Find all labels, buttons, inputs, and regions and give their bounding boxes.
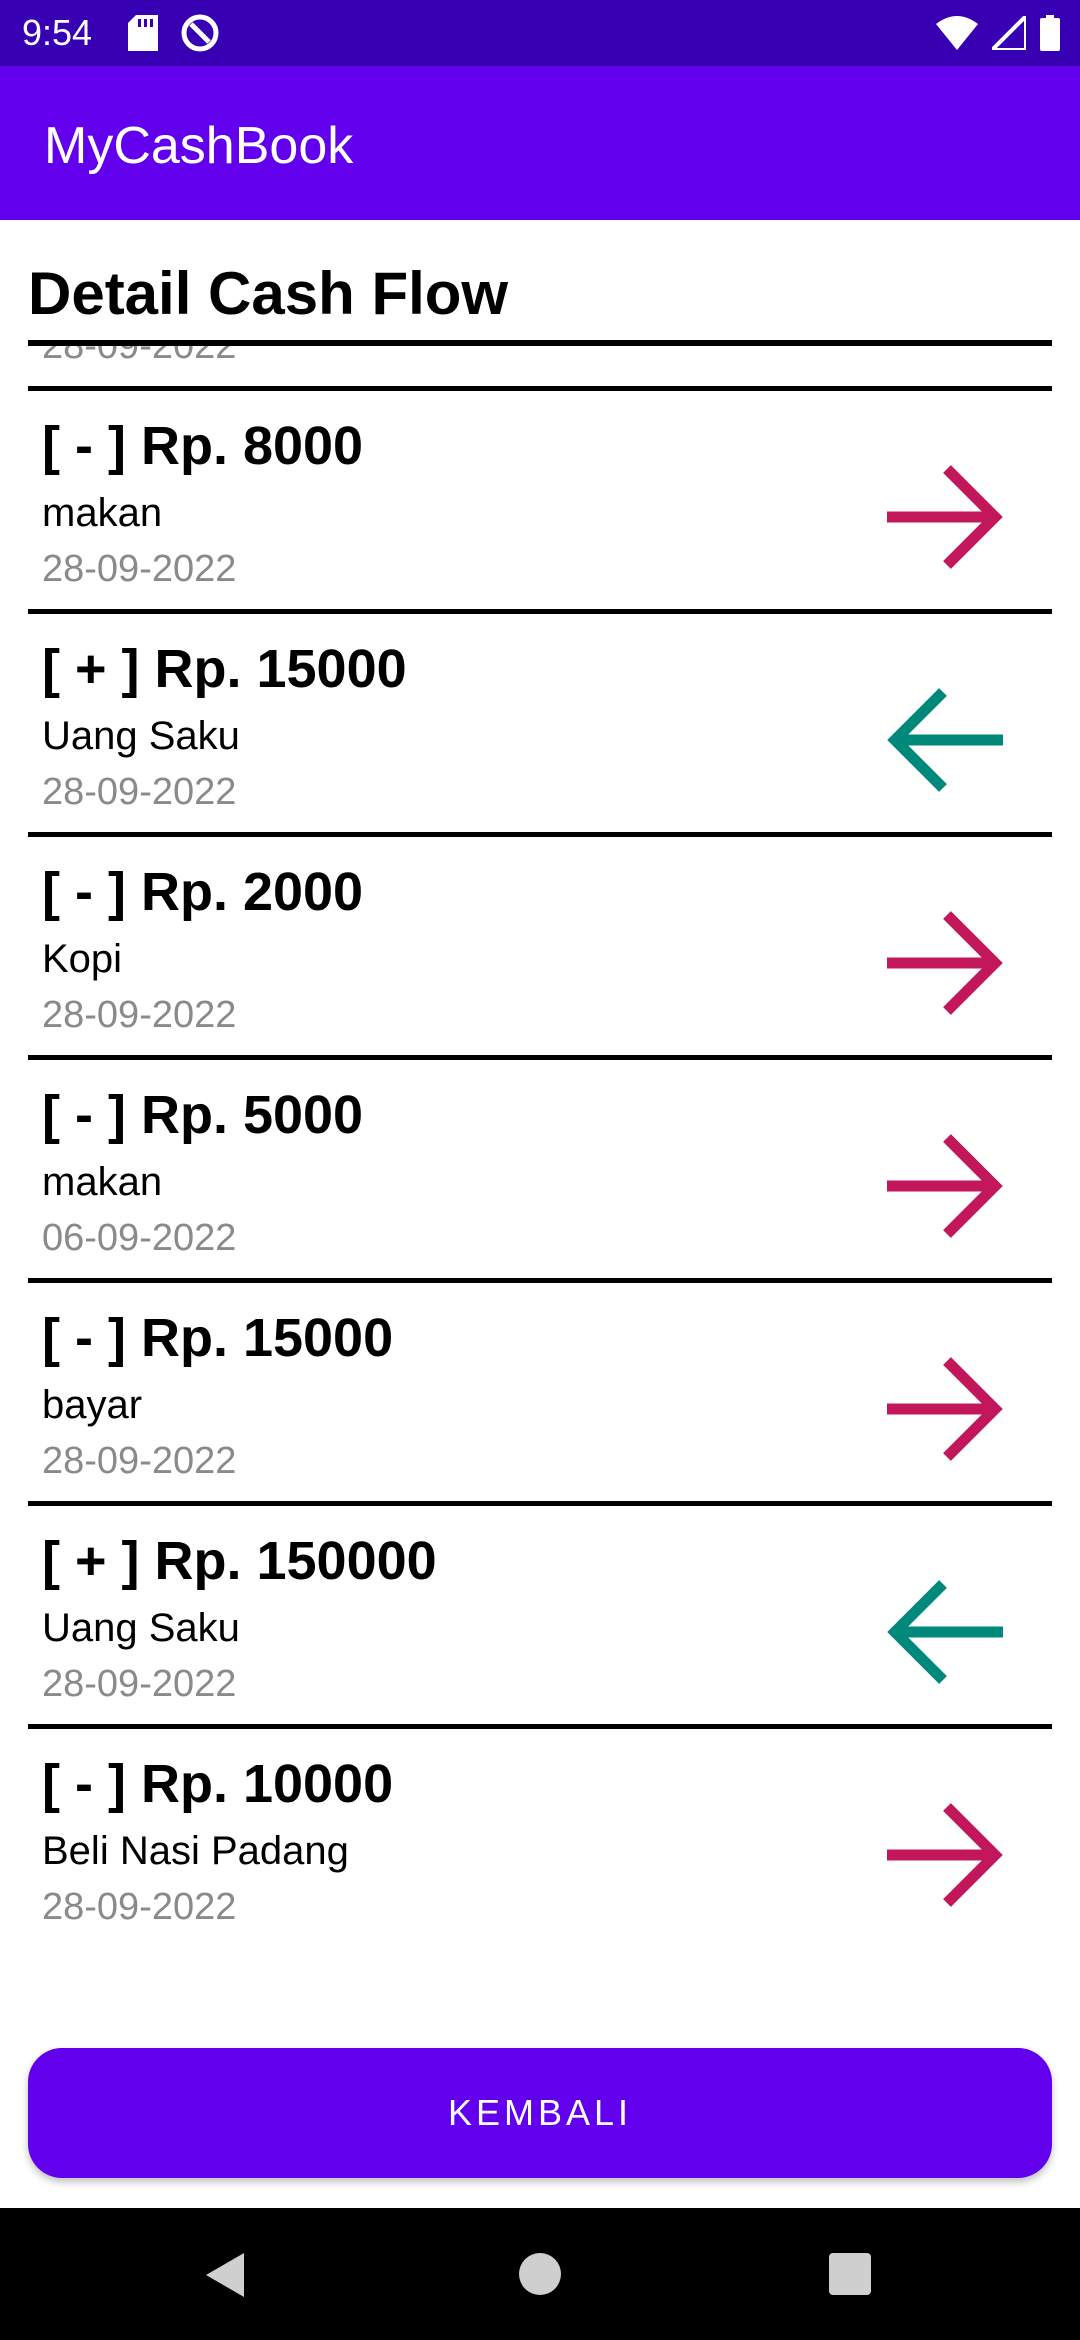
sd-card-icon (128, 15, 158, 51)
transaction-description: makan (42, 1160, 163, 1204)
transaction-date: 28-09-2022 (42, 994, 237, 1036)
arrow-right-icon (887, 465, 1003, 569)
transaction-date: 28-09-2022 (42, 346, 237, 367)
transaction-amount: [ + ] Rp. 15000 (42, 639, 407, 699)
transaction-description: Kopi (42, 937, 123, 981)
status-bar: 9:54 (0, 0, 1080, 66)
transaction-date: 28-09-2022 (42, 1663, 237, 1705)
transaction-amount: [ - ] Rp. 2000 (42, 862, 364, 922)
wifi-icon (936, 16, 978, 50)
arrow-right-icon (887, 1357, 1003, 1461)
transaction-description: makan (42, 491, 163, 535)
system-nav-bar (0, 2208, 1080, 2340)
transaction-date: 28-09-2022 (42, 1886, 237, 1928)
status-left-icons (128, 12, 220, 54)
transaction-amount: [ - ] Rp. 10000 (42, 1754, 394, 1814)
transaction-row[interactable]: [ - ] Rp. 10000 Beli Nasi Padang 28-09-202… (28, 1729, 1052, 1952)
app-title: MyCashBook (44, 117, 354, 175)
at-sign-icon (181, 14, 219, 52)
transaction-description: bayar (42, 1383, 143, 1427)
page-title: Detail Cash Flow (28, 260, 509, 327)
transaction-row[interactable]: [ - ] Rp. 5000 makan 06-09-2022 (28, 1060, 1052, 1283)
home-icon[interactable] (519, 2253, 561, 2295)
transaction-description: Uang Saku (42, 1606, 240, 1650)
back-button[interactable]: KEMBALI (28, 2048, 1052, 2178)
arrow-left-icon (880, 346, 1010, 359)
status-right-icons (936, 12, 1060, 54)
transaction-row[interactable]: [ - ] Rp. 15000 bayar 28-09-2022 (28, 1283, 1052, 1506)
transaction-row[interactable]: [ - ] Rp. 8000 makan 28-09-2022 (28, 391, 1052, 614)
transaction-date: 28-09-2022 (42, 548, 237, 590)
arrow-left-icon (887, 1580, 1003, 1684)
status-time: 9:54 (22, 12, 93, 53)
arrow-right-icon (887, 1803, 1003, 1907)
arrow-left-icon (887, 688, 1003, 792)
transaction-date: 28-09-2022 (42, 1440, 237, 1482)
transaction-description: Beli Nasi Padang (42, 1829, 349, 1873)
arrow-right-icon (887, 1134, 1003, 1238)
transaction-date: 28-09-2022 (42, 771, 237, 813)
transaction-date: 06-09-2022 (42, 1217, 237, 1259)
transaction-list-content: Pemasukan28-09-2022 [ - ] Rp. 8000 makan 28… (28, 346, 1052, 1952)
transaction-list[interactable]: Pemasukan28-09-2022 [ - ] Rp. 8000 makan 28… (28, 346, 1052, 1990)
arrow-right-icon (887, 911, 1003, 1015)
app-bar: MyCashBook (0, 66, 1080, 220)
recents-icon[interactable] (829, 2253, 871, 2295)
transaction-row[interactable]: [ - ] Rp. 2000 Kopi 28-09-2022 (28, 837, 1052, 1060)
transaction-row[interactable]: [ + ] Rp. 15000 Uang Saku 28-09-2022 (28, 614, 1052, 837)
battery-icon (1040, 15, 1060, 51)
transaction-description: Uang Saku (42, 714, 240, 758)
transaction-amount: [ - ] Rp. 8000 (42, 416, 364, 476)
signal-icon (992, 16, 1026, 50)
transaction-amount: [ + ] Rp. 150000 (42, 1531, 437, 1591)
transaction-amount: [ - ] Rp. 5000 (42, 1085, 364, 1145)
back-icon[interactable] (202, 2251, 246, 2299)
transaction-row[interactable]: [ + ] Rp. 150000 Uang Saku 28-09-2022 (28, 1506, 1052, 1729)
transaction-amount: [ - ] Rp. 15000 (42, 1308, 394, 1368)
transaction-row[interactable]: Pemasukan28-09-2022 (28, 346, 1052, 391)
